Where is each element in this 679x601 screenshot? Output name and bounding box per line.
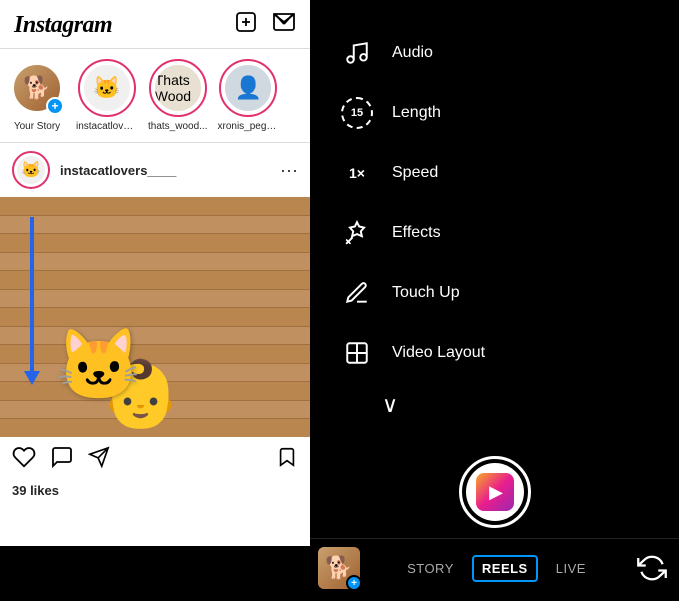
gallery-thumb[interactable]: 🐕 +: [318, 547, 360, 589]
menu-item-length[interactable]: 15 Length: [340, 84, 679, 142]
post-header: 🐱 instacatlovers____ ···: [0, 143, 310, 197]
speed-value: 1×: [349, 165, 365, 181]
like-button[interactable]: [12, 445, 36, 475]
videolayout-icon: [340, 336, 374, 370]
post-avatar: 🐱: [16, 155, 46, 185]
header-icons: [234, 10, 296, 40]
story-username-xronis: xronis_pegk_...: [217, 121, 279, 132]
length-label: Length: [392, 104, 441, 122]
chevron-row: ∨: [340, 384, 679, 426]
new-post-icon[interactable]: [234, 10, 258, 40]
record-area: [310, 436, 679, 538]
record-button[interactable]: [459, 456, 531, 528]
ig-header: Instagram: [0, 0, 310, 49]
record-inner: [466, 463, 524, 521]
audio-icon: [340, 36, 374, 70]
arrow-overlay: [30, 217, 34, 377]
audio-label: Audio: [392, 44, 433, 62]
post-actions: [0, 437, 310, 483]
speed-label: Speed: [392, 164, 438, 182]
camera-menu: Audio 15 Length 1× Speed: [310, 0, 679, 436]
tab-live[interactable]: LIVE: [548, 557, 594, 580]
chevron-down-icon[interactable]: ∨: [382, 392, 398, 418]
story-username-your-story: Your Story: [14, 121, 60, 132]
story-username-thats-wood: thats_wood...: [148, 121, 207, 132]
story-avatar-thats-wood: Thats Wood: [153, 63, 203, 113]
instagram-logo: Instagram: [14, 12, 112, 39]
gallery-add-badge: +: [346, 575, 362, 591]
speed-icon: 1×: [340, 156, 374, 190]
videolayout-label: Video Layout: [392, 344, 485, 362]
story-item-instacatlovers[interactable]: 🐱 instacatlovers...: [76, 59, 138, 132]
post-avatar-ring: 🐱: [12, 151, 50, 189]
story-username-instacatlovers: instacatlovers...: [76, 121, 138, 132]
instagram-feed-panel: Instagram: [0, 0, 310, 546]
camera-bottom-bar: 🐕 + STORY REELS LIVE: [310, 538, 679, 601]
cat-figure: 🐱: [55, 325, 142, 407]
stories-row: 🐕 + Your Story 🐱 instacatlovers... Thats…: [0, 49, 310, 143]
camera-panel: Audio 15 Length 1× Speed: [310, 0, 679, 546]
comment-button[interactable]: [50, 445, 74, 475]
flip-camera-button[interactable]: [633, 549, 671, 587]
add-story-badge: +: [46, 97, 64, 115]
length-value-circle: 15: [341, 97, 373, 129]
touchup-label: Touch Up: [392, 284, 460, 302]
menu-item-speed[interactable]: 1× Speed: [340, 144, 679, 202]
save-button[interactable]: [276, 446, 298, 474]
story-avatar-xronis: 👤: [223, 63, 273, 113]
menu-item-effects[interactable]: Effects: [340, 204, 679, 262]
post-image: 🐱 👶: [0, 197, 310, 437]
tab-reels[interactable]: REELS: [472, 555, 538, 582]
story-item-your-story[interactable]: 🐕 + Your Story: [8, 59, 66, 132]
tab-story[interactable]: STORY: [399, 557, 462, 580]
menu-item-videolayout[interactable]: Video Layout: [340, 324, 679, 382]
length-icon: 15: [340, 96, 374, 130]
bottom-tabs: STORY REELS LIVE: [366, 555, 627, 582]
story-item-thats-wood[interactable]: Thats Wood thats_wood...: [148, 59, 207, 132]
story-avatar-instacatlovers: 🐱: [82, 63, 132, 113]
story-item-xronis[interactable]: 👤 xronis_pegk_...: [217, 59, 279, 132]
post-likes: 39 likes: [0, 483, 310, 504]
share-button[interactable]: [88, 446, 110, 474]
effects-icon: [340, 216, 374, 250]
reels-icon: [476, 473, 514, 511]
post-more-button[interactable]: ···: [280, 160, 298, 181]
menu-item-touchup[interactable]: Touch Up: [340, 264, 679, 322]
post-username: instacatlovers____: [60, 163, 270, 178]
dm-icon[interactable]: [272, 10, 296, 40]
touchup-icon: [340, 276, 374, 310]
menu-item-audio[interactable]: Audio: [340, 24, 679, 82]
effects-label: Effects: [392, 224, 441, 242]
